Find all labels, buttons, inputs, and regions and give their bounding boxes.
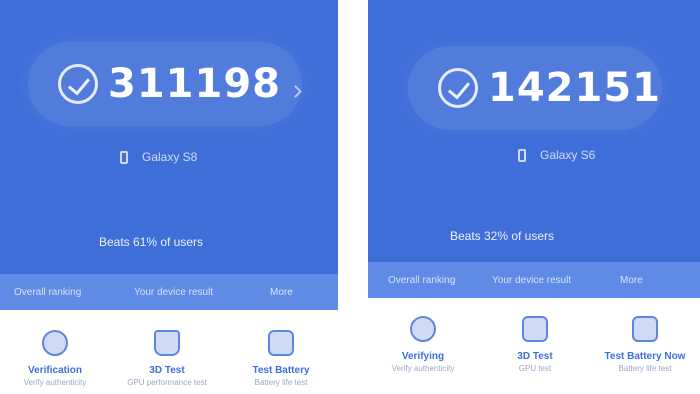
check-circle-icon [58, 64, 98, 104]
tile-title: 3D Test [517, 351, 553, 362]
phone-icon [518, 148, 526, 162]
cube-icon [522, 316, 548, 342]
strip-more[interactable]: More [620, 275, 643, 286]
tile-title: Test Battery [252, 365, 310, 376]
triangle-icon [154, 330, 180, 356]
strip-device-result[interactable]: Your device result [492, 275, 571, 286]
score-header: 142151 Galaxy S6 Beats 32% of users Over… [368, 0, 700, 298]
phone-icon [120, 150, 128, 164]
magnifier-icon [42, 330, 68, 356]
ranking-text: Beats 32% of users [449, 229, 555, 243]
tile-subtitle: Battery life test [618, 364, 672, 373]
device-info[interactable]: Galaxy S6 [518, 148, 595, 162]
tile-title: Test Battery Now [604, 351, 686, 362]
battery-icon [268, 330, 294, 356]
score-button[interactable]: 142151 [408, 46, 662, 130]
magnifier-icon [410, 316, 436, 342]
tile-title: Verification [28, 365, 82, 376]
tile-verification[interactable]: Verification Verify authenticity [0, 330, 110, 388]
tile-title: 3D Test [149, 365, 185, 376]
ranking-text: Beats 61% of users [98, 235, 204, 249]
strip-overall-ranking[interactable]: Overall ranking [14, 287, 81, 298]
total-score: 311198 [108, 61, 281, 107]
device-name: Galaxy S6 [540, 148, 596, 162]
tile-verifying[interactable]: Verifying Verify authenticity [368, 316, 478, 374]
tile-subtitle: Verify authenticity [23, 378, 87, 387]
total-score: 142151 [488, 65, 661, 111]
battery-icon [632, 316, 658, 342]
right-benchmark-screen: 142151 Galaxy S6 Beats 32% of users Over… [368, 0, 700, 394]
strip-more[interactable]: More [270, 287, 293, 298]
tile-title: Verifying [401, 351, 445, 362]
tile-subtitle: GPU test [518, 364, 552, 373]
tile-subtitle: Verify authenticity [391, 364, 455, 373]
chevron-right-icon [289, 84, 302, 98]
left-benchmark-screen: 311198 Galaxy S8 Beats 61% of users Over… [0, 0, 338, 394]
tile-3d-test[interactable]: 3D Test GPU performance test [112, 330, 222, 388]
tile-battery[interactable]: Test Battery Now Battery life test [590, 316, 700, 374]
tile-3d-test[interactable]: 3D Test GPU test [480, 316, 590, 374]
strip-overall-ranking[interactable]: Overall ranking [388, 275, 455, 286]
tile-battery[interactable]: Test Battery Battery life test [226, 330, 336, 388]
ranking-strip: Overall ranking Your device result More [368, 262, 700, 298]
tile-subtitle: Battery life test [254, 378, 308, 387]
check-circle-icon [438, 68, 478, 108]
ranking-strip: Overall ranking Your device result More [0, 274, 338, 310]
device-info[interactable]: Galaxy S8 [120, 150, 197, 164]
score-button[interactable]: 311198 [28, 42, 302, 126]
device-name: Galaxy S8 [142, 150, 198, 164]
strip-device-result[interactable]: Your device result [134, 287, 213, 298]
tile-subtitle: GPU performance test [127, 378, 207, 387]
score-header: 311198 Galaxy S8 Beats 61% of users Over… [0, 0, 338, 310]
